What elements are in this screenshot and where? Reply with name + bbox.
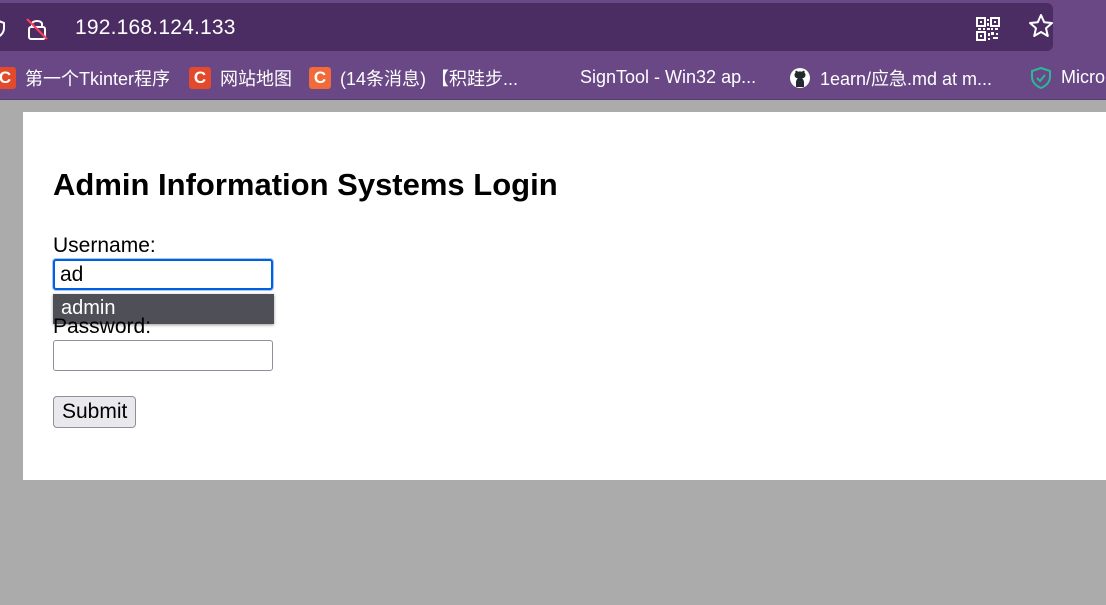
bookmark-item[interactable]: 1earn/应急.md at m...	[789, 56, 992, 99]
bookmark-label: 1earn/应急.md at m...	[820, 68, 993, 89]
bookmark-item[interactable]: Micro	[1030, 56, 1105, 99]
bookmark-item[interactable]: C (14条消息) 【积跬步...	[309, 56, 518, 99]
tracking-protection-icon[interactable]	[0, 19, 6, 39]
bookmark-label: 网站地图	[220, 68, 292, 89]
github-icon	[789, 67, 811, 89]
bookmark-label: 第一个Tkinter程序	[25, 68, 171, 89]
bookmark-label: SignTool - Win32 ap...	[580, 67, 757, 87]
csdn-icon: C	[0, 66, 16, 89]
bookmark-item[interactable]: C 第一个Tkinter程序	[0, 56, 170, 99]
page-title: Admin Information Systems Login	[53, 167, 558, 202]
bookmarks-bar: C 第一个Tkinter程序 C 网站地图 C (14条消息) 【积跬步... …	[0, 56, 1106, 100]
microsoft-icon	[548, 66, 571, 89]
login-page: Admin Information Systems Login Username…	[23, 112, 1106, 480]
qr-code-icon[interactable]	[976, 17, 1000, 41]
shield-check-icon	[1030, 66, 1052, 89]
address-bar[interactable]: 192.168.124.133	[0, 3, 1053, 51]
insecure-lock-icon[interactable]	[26, 17, 48, 41]
bookmark-label: Micro	[1061, 67, 1105, 87]
bookmark-label: (14条消息) 【积跬步...	[340, 68, 519, 89]
password-field[interactable]	[53, 340, 273, 371]
csdn-icon: C	[309, 66, 331, 89]
csdn-icon: C	[189, 66, 211, 89]
bookmark-star-icon[interactable]	[1028, 13, 1054, 39]
username-label: Username:	[53, 234, 156, 257]
url-text[interactable]: 192.168.124.133	[75, 16, 236, 40]
browser-toolbar: 192.168.124.133	[0, 0, 1106, 56]
bookmark-item[interactable]: SignTool - Win32 ap...	[548, 56, 756, 99]
bookmark-item[interactable]: C 网站地图	[189, 56, 292, 99]
password-label: Password:	[53, 315, 152, 338]
submit-button[interactable]: Submit	[53, 396, 137, 428]
username-field[interactable]	[53, 259, 273, 290]
